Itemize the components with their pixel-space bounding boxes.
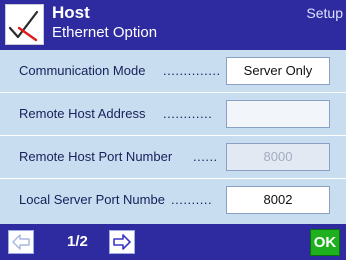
setting-row-communication-mode: Communication Mode .............. Server…	[0, 50, 346, 93]
local-server-port-button[interactable]: 8002	[226, 186, 330, 214]
footer-bar: 1/2 OK	[0, 224, 346, 260]
ok-button[interactable]: OK	[310, 229, 340, 256]
leader-dots: ............	[163, 106, 213, 121]
setting-label: Communication Mode	[19, 63, 146, 78]
checkmark-cross-icon	[5, 4, 44, 45]
communication-mode-button[interactable]: Server Only	[226, 57, 330, 85]
remote-host-port-button: 8000	[226, 143, 330, 171]
page-indicator: 1/2	[67, 233, 88, 250]
page-title: Host	[52, 3, 90, 22]
settings-panel: Communication Mode .............. Server…	[0, 50, 346, 224]
leader-dots: ......	[193, 149, 218, 164]
leader-dots: ..........	[171, 192, 213, 207]
leader-dots: ..............	[163, 63, 221, 78]
setting-row-local-server-port: Local Server Port Numbe .......... 8002	[0, 179, 346, 222]
host-ethernet-option-screen: Host Ethernet Option Setup Communication…	[0, 0, 346, 260]
section-label: Setup	[306, 5, 343, 21]
next-page-button[interactable]	[109, 230, 135, 254]
page-subtitle: Ethernet Option	[52, 24, 158, 41]
header-bar: Host Ethernet Option Setup	[0, 0, 346, 50]
setting-row-remote-host-port: Remote Host Port Number ...... 8000	[0, 136, 346, 179]
setting-label: Local Server Port Numbe	[19, 192, 165, 207]
previous-page-button	[8, 230, 34, 254]
arrow-left-icon	[12, 234, 30, 250]
setting-label: Remote Host Address	[19, 106, 146, 121]
setting-label: Remote Host Port Number	[19, 149, 173, 164]
remote-host-address-button[interactable]	[226, 100, 330, 128]
setting-row-remote-host-address: Remote Host Address ............	[0, 93, 346, 136]
arrow-right-icon	[113, 234, 131, 250]
